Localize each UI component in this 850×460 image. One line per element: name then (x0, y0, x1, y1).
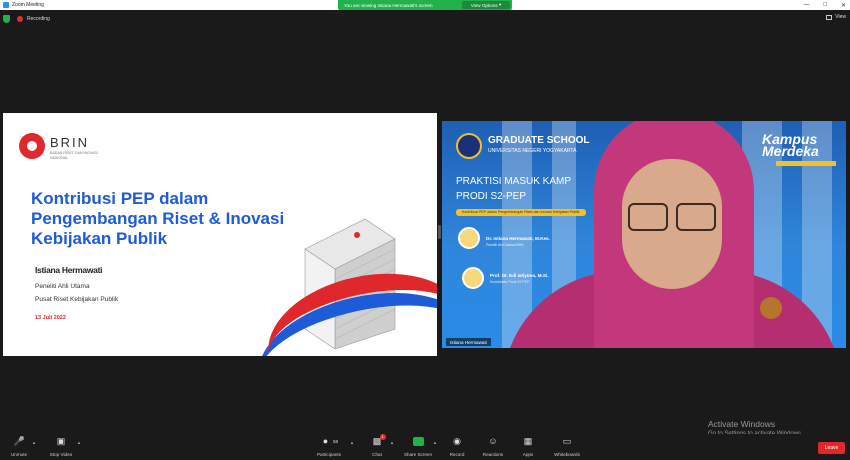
smiley-icon: ☺ (488, 436, 498, 446)
window-title: Zoom Meeting (12, 2, 44, 8)
participant-video[interactable]: GRADUATE SCHOOL UNIVERSITAS NEGERI YOGYA… (442, 121, 846, 348)
split-view-divider[interactable] (438, 225, 441, 239)
glasses-icon (676, 203, 716, 231)
chat-icon: ▩ 1 (372, 434, 386, 446)
speaker-photo (458, 227, 480, 249)
view-options-label: View Options (470, 2, 498, 8)
microphone-muted-icon: 🎤 (13, 436, 25, 446)
record-icon: ◉ (453, 436, 461, 446)
screen-share-banner: You are viewing Istiana Hermawati's scre… (338, 0, 512, 10)
leave-button[interactable]: Leave (818, 442, 845, 454)
slide-title-line: Kontribusi PEP dalam (31, 189, 209, 208)
slide-title-line: Kebijakan Publik (31, 229, 168, 248)
event-title-line2: PRODI S2-PEP (456, 191, 527, 202)
speaker-role: Peneliti Ahli Utama BRIN (486, 243, 524, 247)
chevron-up-icon[interactable]: ▲ (77, 440, 81, 445)
share-screen-label: Share Screen (403, 452, 433, 457)
speaker-name: Dr. Istiana Hermawati, M.Kes. (486, 236, 550, 241)
video-camera-icon: ▣ (56, 436, 66, 446)
participants-button[interactable]: ● 58 Participants (307, 437, 351, 458)
apps-label: Apps (522, 452, 534, 457)
close-icon[interactable]: ✕ (841, 2, 846, 9)
view-button[interactable]: View (826, 14, 846, 20)
leave-label: Leave (824, 445, 839, 451)
participant-name-tag: Istiana Hermawati (446, 338, 491, 346)
record-dot-icon (17, 15, 23, 22)
zoom-app-icon (3, 2, 9, 8)
chevron-up-icon[interactable]: ▲ (350, 440, 354, 445)
chat-label: Chat (372, 452, 382, 457)
speaker-role: Koordinator Prodi S2 PEP (490, 280, 530, 284)
background-building (502, 121, 532, 348)
reactions-label: Reactions (482, 452, 504, 457)
kampus-merdeka-tagline (776, 161, 836, 166)
maximize-icon[interactable]: □ (823, 2, 827, 8)
grid-icon (826, 14, 833, 20)
share-screen-icon (412, 437, 424, 446)
chevron-up-icon[interactable]: ▲ (32, 440, 36, 445)
shared-screen-slide: BRIN BADAN RISET DAN INOVASI NASIONAL Ko… (3, 113, 437, 356)
whiteboards-label: Whiteboards (554, 452, 580, 457)
author-institution: Pusat Riset Kebijakan Publik (35, 296, 119, 303)
slide-title: Kontribusi PEP dalam Pengembangan Riset … (31, 189, 331, 249)
minimize-icon[interactable]: — (803, 2, 809, 8)
record-label: Record (449, 452, 465, 457)
graduate-school-title: GRADUATE SCHOOL (488, 135, 590, 146)
presentation-date: 13 Juli 2022 (35, 315, 66, 321)
shield-icon (3, 14, 10, 23)
whiteboard-icon: ▭ (562, 436, 572, 446)
apps-icon: ▦ (523, 436, 533, 446)
recording-label: Recording (27, 15, 50, 22)
speaker-photo (462, 267, 484, 289)
view-options-button[interactable]: View Options ▾ (462, 1, 510, 9)
glasses-icon (628, 203, 668, 231)
chevron-down-icon: ▾ (497, 2, 502, 7)
event-title-line1: PRAKTISI MASUK KAMP (456, 176, 572, 187)
share-banner-text: You are viewing Istiana Hermawati's scre… (344, 2, 433, 8)
unmute-label: Unmute (10, 452, 28, 457)
brand-name: BRIN (50, 135, 90, 150)
author-name: Istiana Hermawati (35, 265, 103, 275)
recording-indicator[interactable]: Recording (3, 13, 50, 24)
participants-icon: ● (322, 436, 329, 446)
topic-text: Kontribusi PEP dalam Pengembangan Riset … (462, 210, 580, 214)
participants-label: Participants (316, 452, 341, 457)
participants-icon-group: ● 58 (320, 437, 338, 446)
view-label: View (835, 14, 846, 20)
kampus-merdeka-logo: Kampus Merdeka (762, 131, 819, 159)
stop-video-label: Stop Video (49, 452, 73, 457)
brooch (760, 297, 782, 319)
university-name: UNIVERSITAS NEGERI YOGYAKARTA (488, 148, 577, 154)
meeting-toolbar: 🎤 Unmute ▲ ▣ Stop Video ▲ ● 58 Participa… (0, 434, 850, 460)
slide-title-line: Pengembangan Riset & Inovasi (31, 209, 285, 228)
activate-windows-title: Activate Windows (708, 419, 776, 429)
brand-subtitle: BADAN RISET DAN INOVASI NASIONAL (50, 151, 98, 160)
author-role: Peneliti Ahli Utama (35, 283, 90, 290)
uny-seal-logo (456, 133, 482, 159)
participants-count: 58 (332, 439, 339, 444)
whiteboards-button[interactable]: ▭ Whiteboards (545, 436, 589, 458)
chat-unread-badge: 1 (379, 434, 386, 440)
speaker-name: Prof. Dr. Edi Istiyono, M.Si. (490, 273, 549, 278)
brin-logo (19, 133, 45, 159)
chevron-up-icon[interactable]: ▲ (390, 440, 394, 445)
apps-button[interactable]: ▦ Apps (506, 436, 550, 458)
